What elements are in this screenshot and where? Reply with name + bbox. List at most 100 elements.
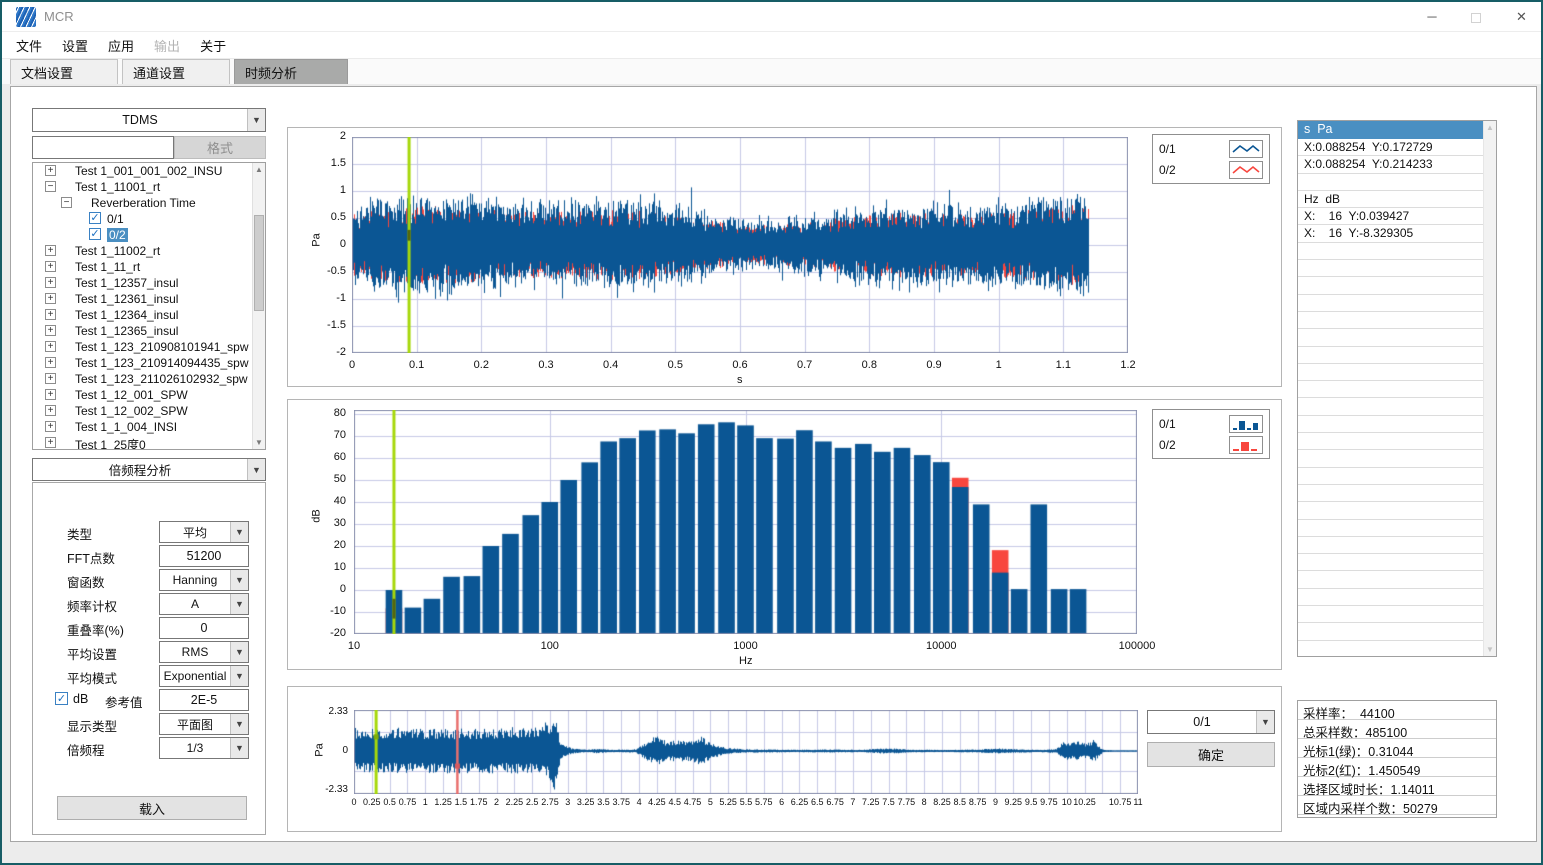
x-tick-label: 10.25 [1073, 797, 1096, 807]
reference-value-input[interactable]: 2E-5 [159, 689, 249, 711]
y-tick-label: -10 [302, 605, 346, 617]
expand-icon[interactable]: + [45, 373, 56, 384]
readout-row-4: Hz dB [1298, 191, 1484, 208]
tree-item-7[interactable]: +Test 1_11_rt [33, 259, 265, 275]
field-label-9: 显示类型 [67, 716, 117, 735]
expand-icon[interactable]: + [45, 421, 56, 432]
expand-icon[interactable]: + [45, 245, 56, 256]
db-checkbox[interactable]: ✓ [55, 692, 68, 705]
expand-icon[interactable]: + [45, 437, 56, 448]
expand-icon[interactable]: + [45, 277, 56, 288]
tree-item-label: Test 1_12361_insul [75, 292, 178, 306]
tree-item-17[interactable]: +Test 1_1_004_INSI [33, 419, 265, 435]
analysis-type-select[interactable]: 倍频程分析 ▼ [32, 458, 266, 481]
expand-icon[interactable]: + [45, 389, 56, 400]
db-checkbox-label: dB [73, 692, 88, 706]
tree-item-label: Test 1_123_210914094435_spw [75, 356, 248, 370]
file-tree[interactable]: +Test 1_001_001_002_INSU−Test 1_11001_rt… [32, 162, 266, 450]
readout-row-28 [1298, 606, 1484, 623]
y-tick-label: -1.5 [302, 319, 346, 331]
tree-item-5[interactable]: ✓0/2 [33, 227, 265, 243]
expand-icon[interactable]: + [45, 341, 56, 352]
filter-input[interactable] [32, 136, 174, 159]
cursor-readout-list[interactable]: s Pa X:0.088254 Y:0.172729X:0.088254 Y:0… [1297, 120, 1497, 657]
field-select-6[interactable]: RMS▼ [159, 641, 249, 663]
tree-checkbox[interactable]: ✓ [89, 228, 101, 240]
y-tick-label: 0 [302, 238, 346, 250]
close-button[interactable]: ✕ [1498, 2, 1543, 32]
tree-checkbox[interactable]: ✓ [89, 212, 101, 224]
collapse-icon[interactable]: − [61, 197, 72, 208]
maximize-button[interactable] [1454, 2, 1498, 32]
tree-item-1[interactable]: +Test 1_001_001_002_INSU [33, 163, 265, 179]
menu-item-3[interactable]: 应用 [108, 36, 134, 55]
tree-scrollbar[interactable]: ▲▼ [252, 163, 265, 449]
expand-icon[interactable]: + [45, 261, 56, 272]
collapse-icon[interactable]: − [45, 181, 56, 192]
scroll-down-icon[interactable]: ▼ [253, 436, 265, 449]
scroll-up-icon[interactable]: ▲ [1484, 121, 1496, 134]
tree-item-11[interactable]: +Test 1_12365_insul [33, 323, 265, 339]
tab-3[interactable]: 时频分析 [234, 59, 348, 84]
x-tick-label: 0.2 [474, 359, 489, 371]
readout-header: s Pa [1298, 121, 1496, 139]
expand-icon[interactable]: + [45, 309, 56, 320]
expand-icon[interactable]: + [45, 357, 56, 368]
tree-item-3[interactable]: −Reverberation Time [33, 195, 265, 211]
load-button[interactable]: 载入 [57, 796, 247, 820]
readout-scrollbar[interactable]: ▲ ▼ [1483, 121, 1496, 656]
expand-icon[interactable]: + [45, 405, 56, 416]
menu-item-2[interactable]: 设置 [62, 36, 88, 55]
expand-icon[interactable]: + [45, 165, 56, 176]
expand-icon[interactable]: + [45, 293, 56, 304]
field-input-2[interactable]: 51200 [159, 545, 249, 567]
y-axis-label: Pa [311, 233, 323, 246]
tab-2[interactable]: 通道设置 [122, 59, 230, 84]
field-select-9[interactable]: 平面图▼ [159, 713, 249, 735]
field-select-10[interactable]: 1/3▼ [159, 737, 249, 759]
selection-info-list: 采样率： 44100总采样数：485100光标1(绿)：0.31044光标2(红… [1297, 700, 1497, 818]
chevron-down-icon: ▼ [230, 714, 248, 734]
tab-1[interactable]: 文档设置 [10, 59, 118, 84]
menu-item-5[interactable]: 关于 [200, 36, 226, 55]
y-axis-label: Pa [314, 743, 326, 756]
third-octave-spectrum-plot[interactable] [354, 410, 1137, 634]
tree-item-18[interactable]: +Test 1_25度0 [33, 435, 265, 450]
confirm-button[interactable]: 确定 [1147, 742, 1275, 767]
field-input-5[interactable]: 0 [159, 617, 249, 639]
readout-row-29 [1298, 623, 1484, 640]
y-tick-label: 10 [302, 561, 346, 573]
info-row-4: 光标2(红)：1.450549 [1298, 758, 1496, 777]
field-select-7[interactable]: Exponential▼ [159, 665, 249, 687]
scroll-down-icon[interactable]: ▼ [1484, 643, 1496, 656]
file-format-select[interactable]: TDMS ▼ [32, 108, 266, 132]
tree-item-9[interactable]: + Test 1_12361_insul [33, 291, 265, 307]
x-tick-label: 0 [351, 797, 356, 807]
field-select-3[interactable]: Hanning▼ [159, 569, 249, 591]
tree-item-4[interactable]: ✓0/1 [33, 211, 265, 227]
field-label-3: 窗函数 [67, 572, 105, 591]
menu-item-1[interactable]: 文件 [16, 36, 42, 55]
time-waveform-plot[interactable] [352, 137, 1128, 353]
field-select-1[interactable]: 平均▼ [159, 521, 249, 543]
tree-item-label: Test 1_12_001_SPW [75, 388, 188, 402]
tree-item-15[interactable]: + Test 1_12_001_SPW [33, 387, 265, 403]
expand-icon[interactable]: + [45, 325, 56, 336]
tree-item-16[interactable]: +Test 1_12_002_SPW [33, 403, 265, 419]
field-select-4[interactable]: A▼ [159, 593, 249, 615]
tree-item-13[interactable]: + Test 1_123_210914094435_spw [33, 355, 265, 371]
tree-item-2[interactable]: −Test 1_11001_rt [33, 179, 265, 195]
window-title: MCR [44, 9, 74, 24]
channel-select[interactable]: 0/1 ▼ [1147, 710, 1275, 734]
x-tick-label: 0.5 [668, 359, 683, 371]
tree-item-8[interactable]: +Test 1_12357_insul [33, 275, 265, 291]
scroll-up-icon[interactable]: ▲ [253, 163, 265, 176]
tree-item-10[interactable]: +Test 1_12364_insul [33, 307, 265, 323]
x-axis-label: s [737, 374, 743, 386]
tree-item-6[interactable]: +Test 1_11002_rt [33, 243, 265, 259]
overview-waveform-plot[interactable] [354, 710, 1138, 794]
tree-item-12[interactable]: +Test 1_123_210908101941_spw [33, 339, 265, 355]
scrollbar-thumb[interactable] [254, 215, 264, 311]
minimize-button[interactable]: ─ [1410, 2, 1454, 32]
tree-item-14[interactable]: +Test 1_123_211026102932_spw [33, 371, 265, 387]
